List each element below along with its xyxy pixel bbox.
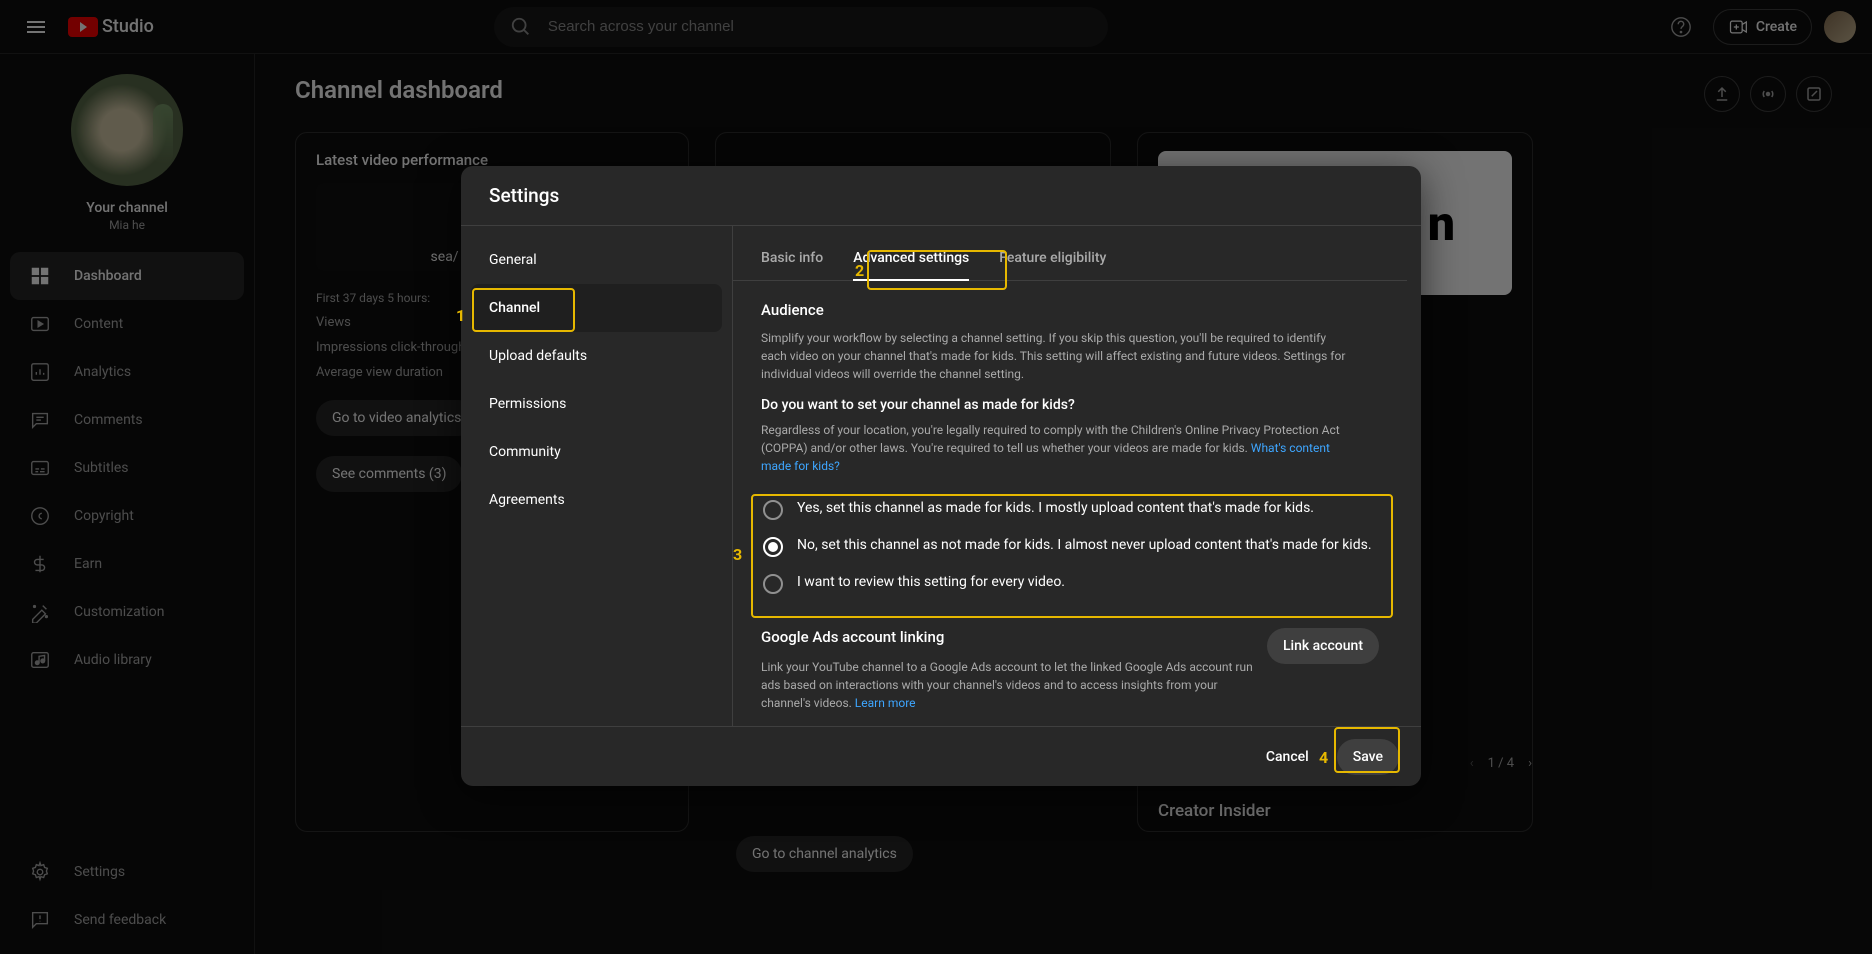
tabs: Basic info Advanced settings Feature eli… [733,226,1407,281]
link-account-button[interactable]: Link account [1267,628,1379,664]
radio-label: Yes, set this channel as made for kids. … [797,499,1314,519]
audience-desc: Simplify your workflow by selecting a ch… [761,329,1346,383]
radio-icon [763,574,783,594]
radio-icon [763,537,783,557]
setting-item-general[interactable]: General [471,236,722,284]
radio-label: I want to review this setting for every … [797,573,1065,593]
modal-body: General Channel Upload defaults Permissi… [461,226,1421,726]
hl-num-2: 2 [855,261,864,280]
audience-legal: Regardless of your location, you're lega… [761,421,1361,475]
radio-kids-review[interactable]: I want to review this setting for every … [761,565,1379,602]
settings-modal: Settings General Channel Upload defaults… [461,166,1421,786]
modal-header: Settings [461,166,1421,226]
audience-section: Audience Simplify your workflow by selec… [733,281,1407,726]
radio-kids-no[interactable]: No, set this channel as not made for kid… [761,528,1379,565]
setting-item-upload[interactable]: Upload defaults [471,332,722,380]
hl-num-1: 1 [456,306,465,325]
hl-num-4: 4 [1319,748,1328,767]
tab-feature-eligibility[interactable]: Feature eligibility [999,250,1106,280]
ads-desc: Link your YouTube channel to a Google Ad… [761,658,1267,712]
save-button[interactable]: Save [1337,739,1399,775]
ads-section: Google Ads account linking Link your You… [761,628,1379,712]
setting-item-community[interactable]: Community [471,428,722,476]
modal-footer: Cancel Save [461,726,1421,786]
radio-label: No, set this channel as not made for kid… [797,536,1372,556]
setting-item-permissions[interactable]: Permissions [471,380,722,428]
ads-title: Google Ads account linking [761,628,1267,646]
setting-item-channel[interactable]: Channel [471,284,722,332]
learn-more-link[interactable]: Learn more [855,696,916,710]
cancel-button[interactable]: Cancel [1250,739,1325,775]
audience-title: Audience [761,301,1379,319]
modal-sidebar: General Channel Upload defaults Permissi… [461,226,733,726]
radio-icon [763,500,783,520]
audience-radio-group: Yes, set this channel as made for kids. … [761,485,1379,608]
tab-basic-info[interactable]: Basic info [761,250,823,280]
audience-question: Do you want to set your channel as made … [761,397,1379,413]
hl-num-3: 3 [733,545,742,564]
modal-content[interactable]: Basic info Advanced settings Feature eli… [733,226,1421,726]
radio-kids-yes[interactable]: Yes, set this channel as made for kids. … [761,491,1379,528]
tab-advanced-settings[interactable]: Advanced settings [853,250,969,280]
setting-item-agreements[interactable]: Agreements [471,476,722,524]
modal-title: Settings [489,184,1393,207]
